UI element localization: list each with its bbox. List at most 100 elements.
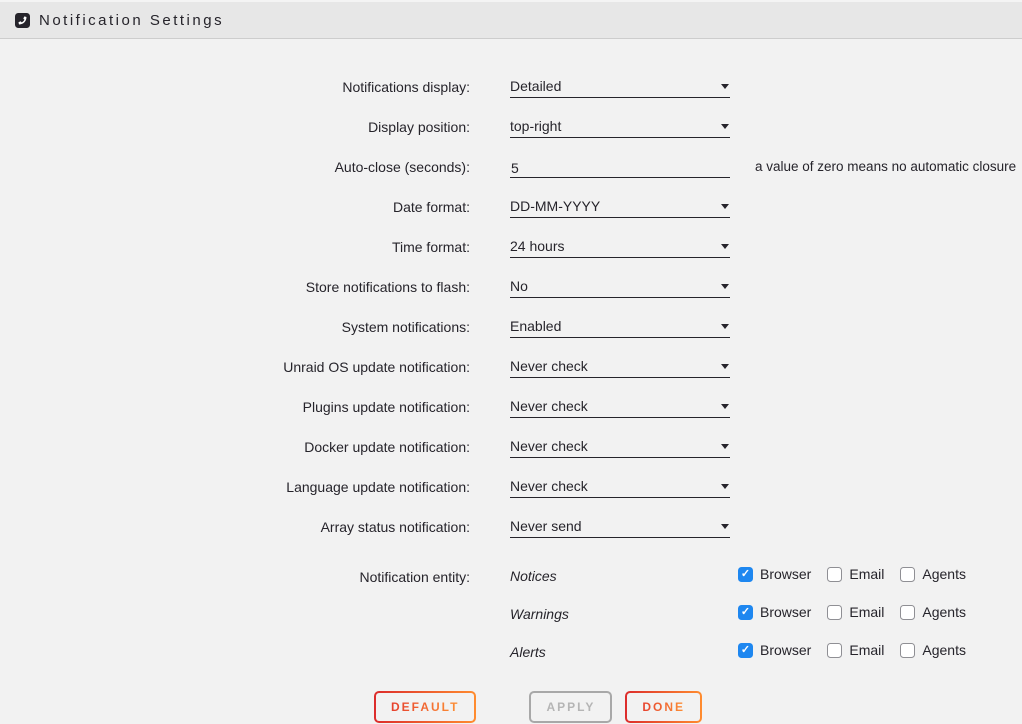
checkbox-label: Email — [849, 566, 884, 582]
display-position-select[interactable]: top-right — [510, 111, 730, 138]
checkbox-group-alerts: ✓ Browser ✓ Email ✓ Agents — [738, 637, 982, 675]
checkbox-box[interactable]: ✓ — [738, 567, 753, 582]
check-icon: ✓ — [741, 645, 750, 656]
settings-rows: Notifications display: Detailed Display po… — [0, 71, 1022, 551]
checkbox-box[interactable]: ✓ — [900, 567, 915, 582]
checkbox-box[interactable]: ✓ — [827, 605, 842, 620]
notifications-display-select[interactable]: Detailed — [510, 71, 730, 98]
button-bar: DEFAULT APPLY DONE — [374, 691, 1022, 723]
notification-settings-form: Notifications display: Detailed Display po… — [0, 39, 1022, 723]
default-button-label: DEFAULT — [391, 700, 459, 714]
store-notifications-to-flash-select[interactable]: No — [510, 271, 730, 298]
notification-entity-section: Notification entity:Notices✓Browser✓Emai… — [0, 561, 1022, 675]
selected-value: Enabled — [510, 318, 561, 334]
checkbox-label: Browser — [760, 642, 811, 658]
settings-row-notifications-display: Notifications display: Detailed — [0, 71, 1022, 111]
selected-value: Never check — [510, 438, 588, 454]
checkbox-box[interactable]: ✓ — [738, 643, 753, 658]
entity-row-alerts: Alerts✓Browser✓Email✓Agents — [0, 637, 1022, 675]
page-title: Notification Settings — [39, 12, 224, 29]
chevron-down-icon — [721, 124, 729, 129]
checkbox-box[interactable]: ✓ — [738, 605, 753, 620]
notification-phone-icon — [15, 13, 30, 28]
checkbox-label: Email — [849, 642, 884, 658]
settings-row-system-notifications: System notifications: Enabled — [0, 311, 1022, 351]
settings-row-auto-close-seconds: Auto-close (seconds):a value of zero mea… — [0, 151, 1022, 191]
chevron-down-icon — [721, 364, 729, 369]
settings-row-time-format: Time format: 24 hours — [0, 231, 1022, 271]
docker-update-notification-select[interactable]: Never check — [510, 431, 730, 458]
checkbox-label: Agents — [922, 566, 966, 582]
checkbox-box[interactable]: ✓ — [827, 567, 842, 582]
field-label: Store notifications to flash: — [0, 271, 470, 311]
field-label: Time format: — [0, 231, 470, 271]
checkbox-alerts-browser[interactable]: ✓ Browser — [738, 641, 811, 659]
default-button[interactable]: DEFAULT — [376, 693, 474, 721]
apply-button[interactable]: APPLY — [529, 691, 612, 723]
chevron-down-icon — [721, 324, 729, 329]
done-button[interactable]: DONE — [627, 693, 700, 721]
chevron-down-icon — [721, 284, 729, 289]
field-label: Auto-close (seconds): — [0, 151, 470, 191]
checkbox-warnings-agents[interactable]: ✓ Agents — [900, 603, 966, 621]
field-label: Array status notification: — [0, 511, 470, 551]
checkbox-label: Agents — [922, 642, 966, 658]
language-update-notification-select[interactable]: Never check — [510, 471, 730, 498]
checkbox-box[interactable]: ✓ — [900, 605, 915, 620]
field-label: Language update notification: — [0, 471, 470, 511]
settings-row-unraid-os-update-notification: Unraid OS update notification: Never chec… — [0, 351, 1022, 391]
checkbox-notices-browser[interactable]: ✓ Browser — [738, 565, 811, 583]
checkbox-notices-agents[interactable]: ✓ Agents — [900, 565, 966, 583]
checkbox-label: Browser — [760, 604, 811, 620]
settings-row-language-update-notification: Language update notification: Never check — [0, 471, 1022, 511]
field-label: System notifications: — [0, 311, 470, 351]
chevron-down-icon — [721, 484, 729, 489]
chevron-down-icon — [721, 404, 729, 409]
done-button-label: DONE — [642, 700, 685, 714]
checkbox-alerts-email[interactable]: ✓ Email — [827, 641, 884, 659]
selected-value: Never check — [510, 358, 588, 374]
field-label: Unraid OS update notification: — [0, 351, 470, 391]
checkbox-box[interactable]: ✓ — [900, 643, 915, 658]
checkbox-group-warnings: ✓ Browser ✓ Email ✓ Agents — [738, 599, 982, 637]
check-icon: ✓ — [741, 569, 750, 580]
selected-value: No — [510, 278, 528, 294]
date-format-select[interactable]: DD-MM-YYYY — [510, 191, 730, 218]
system-notifications-select[interactable]: Enabled — [510, 311, 730, 338]
array-status-notification-select[interactable]: Never send — [510, 511, 730, 538]
selected-value: top-right — [510, 118, 561, 134]
settings-row-docker-update-notification: Docker update notification: Never check — [0, 431, 1022, 471]
header: Notification Settings — [0, 0, 1022, 39]
chevron-down-icon — [721, 444, 729, 449]
auto-close-seconds-input[interactable] — [510, 151, 730, 178]
field-label: Docker update notification: — [0, 431, 470, 471]
checkbox-warnings-email[interactable]: ✓ Email — [827, 603, 884, 621]
settings-row-display-position: Display position:top-right — [0, 111, 1022, 151]
entity-level-label: Notices — [510, 561, 730, 599]
selected-value: Never send — [510, 518, 582, 534]
checkbox-label: Browser — [760, 566, 811, 582]
checkbox-label: Email — [849, 604, 884, 620]
selected-value: Detailed — [510, 78, 561, 94]
field-label: Notifications display: — [0, 71, 470, 111]
entity-row-warnings: Warnings ✓ Browser ✓ Email ✓ Agents — [0, 599, 1022, 637]
default-button-border: DEFAULT — [374, 691, 476, 723]
checkbox-notices-email[interactable]: ✓ Email — [827, 565, 884, 583]
selected-value: 24 hours — [510, 238, 564, 254]
field-label: Date format: — [0, 191, 470, 231]
time-format-select[interactable]: 24 hours — [510, 231, 730, 258]
selected-value: Never check — [510, 398, 588, 414]
entity-level-label: Warnings — [510, 599, 730, 637]
plugins-update-notification-select[interactable]: Never check — [510, 391, 730, 418]
settings-row-array-status-notification: Array status notification: Never send — [0, 511, 1022, 551]
checkbox-label: Agents — [922, 604, 966, 620]
checkbox-box[interactable]: ✓ — [827, 643, 842, 658]
chevron-down-icon — [721, 204, 729, 209]
field-label: Plugins update notification: — [0, 391, 470, 431]
checkbox-warnings-browser[interactable]: ✓ Browser — [738, 603, 811, 621]
unraid-os-update-notification-select[interactable]: Never check — [510, 351, 730, 378]
chevron-down-icon — [721, 84, 729, 89]
done-button-border: DONE — [625, 691, 702, 723]
selected-value: Never check — [510, 478, 588, 494]
checkbox-alerts-agents[interactable]: ✓ Agents — [900, 641, 966, 659]
